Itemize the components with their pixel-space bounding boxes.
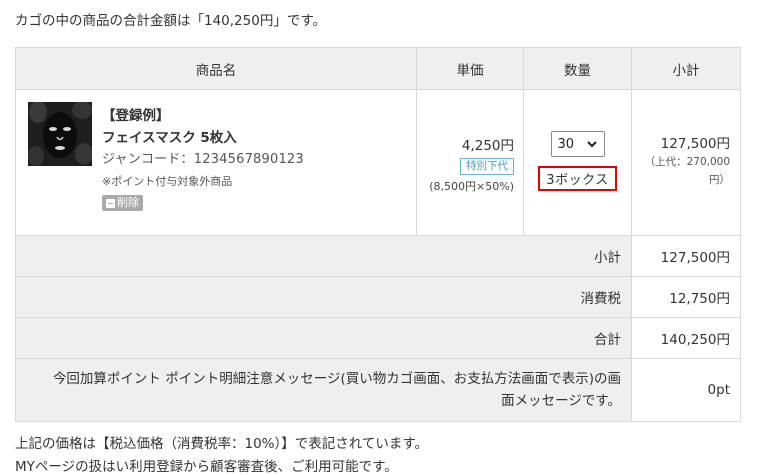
cart-header-row: 商品名 単価 数量 小計 <box>15 47 741 90</box>
price-detail: (8,500円×50%) <box>429 180 514 193</box>
points-row: 今回加算ポイント ポイント明細注意メッセージ(買い物カゴ画面、お支払方法画面で表… <box>15 358 741 422</box>
total-value: 140,250円 <box>631 317 741 359</box>
minus-icon <box>106 198 115 208</box>
product-tag: 【登録例】 <box>102 108 170 124</box>
tax-value: 12,750円 <box>631 276 741 318</box>
header-product: 商品名 <box>15 47 417 90</box>
unit-price: 4,250円 <box>461 138 514 154</box>
unit-price-cell: 4,250円 特別下代 (8,500円×50%) <box>416 89 524 236</box>
product-name[interactable]: フェイスマスク 5枚入 <box>102 127 304 149</box>
points-message-line-1: 今回加算ポイント ポイント明細注意メッセージ(買い物カゴ画面、お支払方法画面で表… <box>52 371 621 387</box>
tax-note: 上記の価格は【税込価格（消費税率：10%）】で表記されています。 <box>15 436 428 452</box>
points-message-line-2: 面メッセージです。 <box>501 393 621 409</box>
points-label: 今回加算ポイント ポイント明細注意メッセージ(買い物カゴ画面、お支払方法画面で表… <box>15 358 632 422</box>
delete-button[interactable]: 削除 <box>102 195 143 211</box>
total-row: 合計 140,250円 <box>15 317 741 359</box>
product-jan-code: ジャンコード：1234567890123 <box>102 152 304 167</box>
product-note: ※ポイント付与対象外商品 <box>102 175 233 188</box>
tax-label: 消費税 <box>15 276 632 318</box>
product-info: 【登録例】 フェイスマスク 5枚入 ジャンコード：1234567890123 ※… <box>102 105 304 216</box>
subtotal-label: 小計 <box>15 235 632 277</box>
tax-row: 消費税 12,750円 <box>15 276 741 318</box>
product-cell: 【登録例】 フェイスマスク 5枚入 ジャンコード：1234567890123 ※… <box>15 89 417 236</box>
cart-summary-text: カゴの中の商品の合計金額は「140,250円」です。 <box>15 13 326 29</box>
quantity-select[interactable]: 30 <box>550 131 605 157</box>
points-value: 0pt <box>631 358 741 422</box>
quantity-cell: 30 3ボックス <box>523 89 632 236</box>
subtotal-row: 小計 127,500円 <box>15 235 741 277</box>
header-unit-price: 単価 <box>416 47 524 90</box>
cart-table: 商品名 単価 数量 小計 【登録例】 フェイスマスク 5枚入 ジャンコード：12… <box>15 47 741 422</box>
delete-label: 削除 <box>117 196 139 209</box>
header-subtotal: 小計 <box>631 47 741 90</box>
face-mask-image <box>28 102 92 166</box>
box-count-label: 3ボックス <box>538 166 617 191</box>
quantity-value: 30 <box>557 136 575 152</box>
chevron-down-icon <box>586 141 597 148</box>
list-price-note-1: （上代：270,000 <box>644 156 730 168</box>
subtotal-value: 127,500円 <box>631 235 741 277</box>
total-label: 合計 <box>15 317 632 359</box>
product-thumbnail[interactable] <box>28 102 92 166</box>
cart-item-row: 【登録例】 フェイスマスク 5枚入 ジャンコード：1234567890123 ※… <box>15 89 741 236</box>
item-subtotal: 127,500円 <box>660 136 730 152</box>
special-price-badge: 特別下代 <box>460 158 514 175</box>
list-price-note-2: 円） <box>709 174 730 186</box>
subtotal-cell: 127,500円 （上代：270,000 円） <box>631 89 741 236</box>
mypage-note: MYページの扱はい利用登録から顧客審査後、ご利用可能です。 <box>15 459 398 475</box>
header-quantity: 数量 <box>523 47 632 90</box>
